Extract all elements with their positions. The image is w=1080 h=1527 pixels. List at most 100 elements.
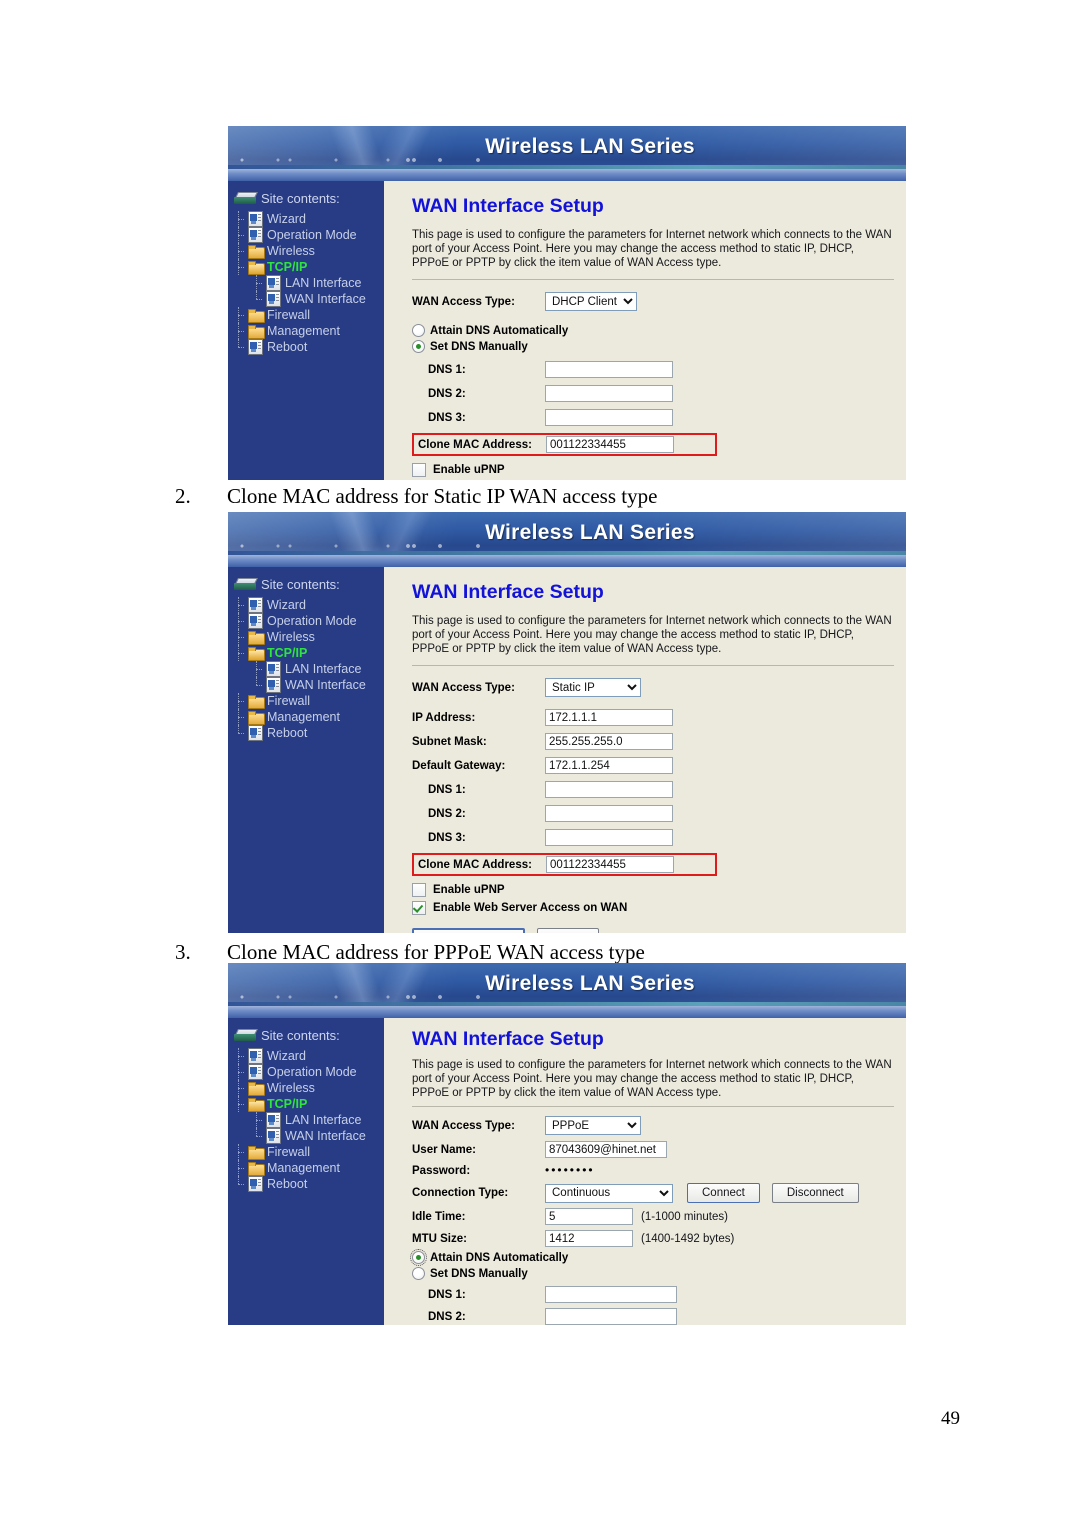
sidebar-item-tcpip[interactable]: TCP/IP xyxy=(234,1096,384,1112)
sidebar-item-lan-interface[interactable]: LAN Interface xyxy=(234,661,384,677)
sidebar-item-firewall[interactable]: Firewall xyxy=(234,307,384,323)
set-dns-radio[interactable] xyxy=(412,340,425,353)
enable-upnp-checkbox[interactable] xyxy=(412,883,426,897)
sidebar-item-lan-interface[interactable]: LAN Interface xyxy=(234,1112,384,1128)
wan-access-type-select[interactable]: Static IPDHCP ClientPPPoEPPTP xyxy=(545,678,641,697)
sidebar-item-wizard[interactable]: Wizard xyxy=(234,597,384,613)
attain-dns-radio[interactable] xyxy=(412,324,425,337)
set-dns-radio-row[interactable]: Set DNS Manually xyxy=(412,340,894,353)
dns2-row: DNS 2: xyxy=(412,1308,894,1325)
dns3-label: DNS 3: xyxy=(428,831,466,844)
page-icon xyxy=(266,275,281,291)
dns1-input[interactable] xyxy=(545,781,673,798)
clone-mac-label: Clone MAC Address: xyxy=(418,858,532,871)
clone-mac-input[interactable] xyxy=(546,856,674,873)
dns2-row: DNS 2: xyxy=(412,805,894,822)
enable-upnp-row[interactable]: Enable uPNP xyxy=(412,883,894,897)
sidebar-item-label: LAN Interface xyxy=(285,1113,362,1127)
sidebar-item-wireless[interactable]: Wireless xyxy=(234,629,384,645)
page-icon xyxy=(248,227,263,243)
dns1-label: DNS 1: xyxy=(428,363,466,376)
enable-web-server-checkbox[interactable] xyxy=(412,901,426,915)
sidebar-item-operation-mode[interactable]: Operation Mode xyxy=(234,613,384,629)
page-title: WAN Interface Setup xyxy=(412,1028,604,1050)
enable-upnp-row[interactable]: Enable uPNP xyxy=(412,463,894,477)
ip-address-label: IP Address: xyxy=(412,711,476,724)
connect-button[interactable]: Connect xyxy=(687,1183,760,1203)
idle-time-label: Idle Time: xyxy=(412,1210,466,1223)
page-description: This page is used to configure the param… xyxy=(412,1059,892,1099)
sidebar-item-tcpip[interactable]: TCP/IP xyxy=(234,645,384,661)
set-dns-radio[interactable] xyxy=(412,1267,425,1280)
idle-time-input[interactable] xyxy=(545,1208,633,1225)
dns3-input[interactable] xyxy=(545,829,673,846)
tree-connector-icon xyxy=(252,291,262,307)
dns1-input[interactable] xyxy=(545,1286,677,1303)
sidebar-item-reboot[interactable]: Reboot xyxy=(234,339,384,355)
sidebar-item-operation-mode[interactable]: Operation Mode xyxy=(234,1064,384,1080)
sidebar-item-firewall[interactable]: Firewall xyxy=(234,1144,384,1160)
sidebar-item-management[interactable]: Management xyxy=(234,709,384,725)
sidebar-item-wan-interface[interactable]: WAN Interface xyxy=(234,677,384,693)
default-gateway-row: Default Gateway: xyxy=(412,757,894,774)
connection-type-label: Connection Type: xyxy=(412,1187,509,1199)
sidebar-item-wan-interface[interactable]: WAN Interface xyxy=(234,1128,384,1144)
page-number: 49 xyxy=(941,1408,960,1429)
sidebar-item-reboot[interactable]: Reboot xyxy=(234,1176,384,1192)
sidebar-item-firewall[interactable]: Firewall xyxy=(234,693,384,709)
sidebar-item-management[interactable]: Management xyxy=(234,1160,384,1176)
dns2-label: DNS 2: xyxy=(428,387,466,400)
banner-subbar xyxy=(228,169,906,181)
clone-mac-input[interactable] xyxy=(546,436,674,453)
sidebar-item-wireless[interactable]: Wireless xyxy=(234,243,384,259)
user-name-input[interactable] xyxy=(545,1141,667,1158)
sidebar-item-operation-mode[interactable]: Operation Mode xyxy=(234,227,384,243)
tree-connector-icon xyxy=(234,1048,244,1064)
sidebar-item-lan-interface[interactable]: LAN Interface xyxy=(234,275,384,291)
banner-static: Wireless LAN Series xyxy=(228,512,906,555)
subnet-mask-input[interactable] xyxy=(545,733,673,750)
enable-upnp-checkbox[interactable] xyxy=(412,463,426,477)
mtu-size-label: MTU Size: xyxy=(412,1232,467,1245)
wan-access-type-select[interactable]: DHCP ClientStatic IPPPPoEPPTP xyxy=(545,292,637,311)
sidebar-dhcp: Site contents: Wizard Operation Mode Wir… xyxy=(228,181,384,480)
dns2-input[interactable] xyxy=(545,805,673,822)
tree-connector-icon xyxy=(234,1160,244,1176)
sidebar-item-label: Firewall xyxy=(267,308,311,322)
apply-changes-button[interactable]: Apply Changes xyxy=(412,928,526,933)
subnet-mask-row: Subnet Mask: xyxy=(412,733,894,750)
tree-connector-icon xyxy=(234,613,244,629)
dns2-input[interactable] xyxy=(545,385,673,402)
sidebar-item-label: LAN Interface xyxy=(285,662,362,676)
connection-type-select[interactable]: ContinuousConnect on DemandManual xyxy=(545,1183,673,1203)
attain-dns-radio-row[interactable]: Attain DNS Automatically xyxy=(412,324,894,337)
wan-access-type-select[interactable]: PPPoEStatic IPDHCP ClientPPTP xyxy=(545,1116,641,1135)
set-dns-radio-row[interactable]: Set DNS Manually xyxy=(412,1267,894,1280)
dns1-input[interactable] xyxy=(545,361,673,378)
disk-icon xyxy=(234,192,258,205)
disconnect-button[interactable]: Disconnect xyxy=(771,1183,859,1203)
sidebar-item-wan-interface[interactable]: WAN Interface xyxy=(234,291,384,307)
dns2-input[interactable] xyxy=(545,1308,677,1325)
attain-dns-radio[interactable] xyxy=(410,1249,427,1266)
dns3-row: DNS 3: xyxy=(412,829,894,846)
sidebar-item-wizard[interactable]: Wizard xyxy=(234,1048,384,1064)
page-icon xyxy=(266,661,281,677)
attain-dns-label: Attain DNS Automatically xyxy=(430,1251,569,1264)
sidebar-item-reboot[interactable]: Reboot xyxy=(234,725,384,741)
reset-button[interactable]: Reset xyxy=(537,928,599,933)
sidebar-item-wizard[interactable]: Wizard xyxy=(234,211,384,227)
dns1-label: DNS 1: xyxy=(428,1288,466,1301)
idle-time-hint: (1-1000 minutes) xyxy=(641,1210,728,1223)
dns3-input[interactable] xyxy=(545,409,673,426)
attain-dns-radio-row[interactable]: Attain DNS Automatically xyxy=(410,1249,894,1266)
sidebar-item-tcpip[interactable]: TCP/IP xyxy=(234,259,384,275)
enable-web-server-row[interactable]: Enable Web Server Access on WAN xyxy=(412,901,894,915)
default-gateway-input[interactable] xyxy=(545,757,673,774)
sidebar-item-management[interactable]: Management xyxy=(234,323,384,339)
password-input[interactable]: •••••••• xyxy=(545,1163,667,1178)
sidebar-item-wireless[interactable]: Wireless xyxy=(234,1080,384,1096)
ip-address-input[interactable] xyxy=(545,709,673,726)
tree-connector-icon xyxy=(234,693,244,709)
mtu-size-input[interactable] xyxy=(545,1230,633,1247)
